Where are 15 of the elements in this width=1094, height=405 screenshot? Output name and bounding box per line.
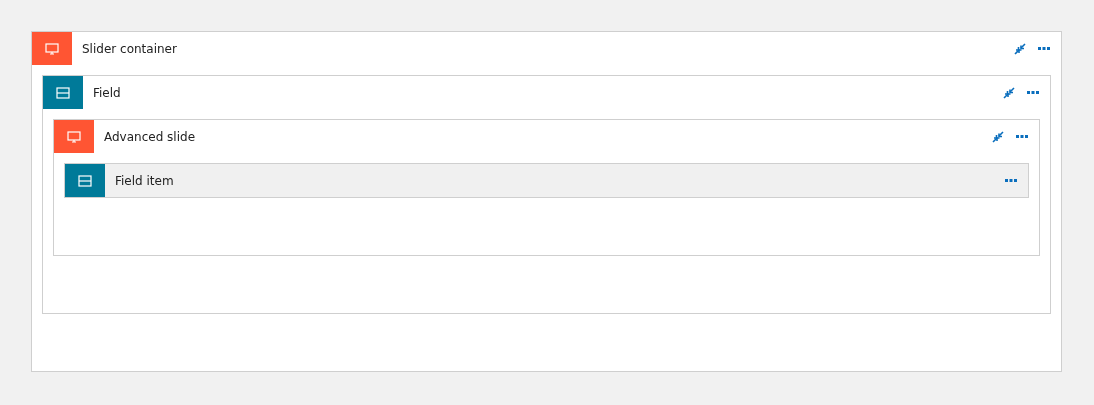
more-button[interactable] — [1027, 90, 1039, 95]
more-button[interactable] — [1005, 178, 1017, 183]
more-button[interactable] — [1016, 134, 1028, 139]
more-button[interactable] — [1038, 46, 1050, 51]
monitor-icon — [45, 42, 59, 55]
collapse-button[interactable] — [1003, 86, 1015, 99]
collapse-button[interactable] — [992, 130, 1004, 143]
component-title: Field — [93, 85, 122, 100]
component-title: Advanced slide — [104, 129, 196, 144]
collapse-button[interactable] — [1014, 42, 1026, 55]
field-icon — [78, 174, 92, 187]
field-icon — [56, 86, 70, 99]
component-title: Slider container — [82, 41, 178, 56]
component-title: Field item — [115, 173, 175, 188]
monitor-icon — [67, 130, 81, 143]
